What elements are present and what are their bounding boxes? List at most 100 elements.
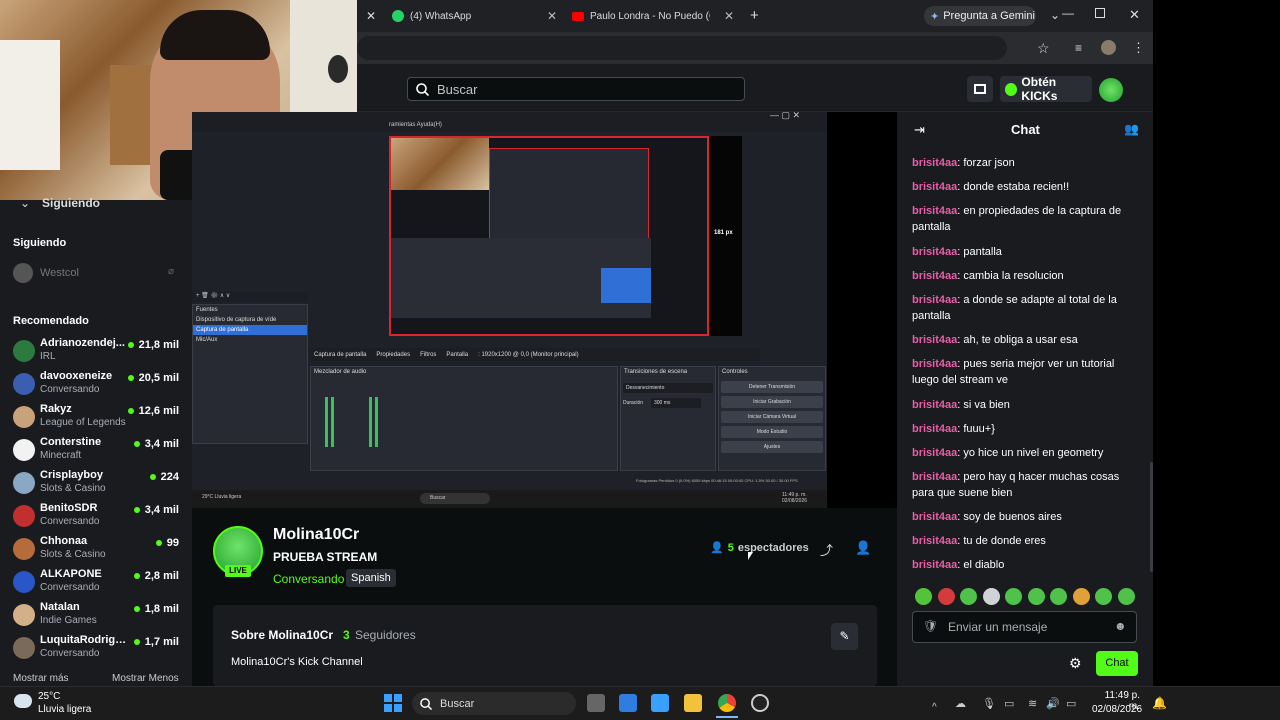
emote-icon[interactable] [1095,588,1112,605]
tab-search-icon[interactable]: ⌄ [1050,8,1060,22]
weather-icon [14,694,32,708]
close-tab-icon[interactable]: ✕ [547,9,557,23]
user-avatar[interactable] [1099,78,1123,102]
collapse-chat-icon[interactable]: ⇥ [914,122,925,138]
minimize-icon[interactable]: — [1062,6,1074,20]
emote-icon[interactable] [982,588,1000,605]
notification-bell-icon[interactable]: 🔔 [1152,696,1167,710]
obs-icon[interactable] [751,694,769,712]
chat-settings-icon[interactable]: ⚙ [1069,655,1082,672]
stream-category[interactable]: Conversando [273,572,344,586]
media-controls-icon[interactable]: ≡ [1075,41,1082,55]
chrome-icon[interactable] [718,694,736,712]
profile-avatar[interactable] [1101,40,1116,55]
viewer-count: 99 [155,537,179,549]
kebab-menu-icon[interactable]: ⋮ [1132,40,1145,56]
obs-settings-button: Ajustes [721,441,823,453]
gemini-button[interactable]: ✦ Pregunta a Gemini [924,6,1036,26]
wifi-icon[interactable]: ≋ [1028,697,1037,710]
emote-icon[interactable] [1072,588,1090,605]
task-view-icon[interactable] [587,694,605,712]
chat-username[interactable]: brisit4aa [912,334,957,346]
show-less-button[interactable]: Mostrar Menos [112,673,179,684]
video-player[interactable]: ramientas Ayuda(H) — ▢ ✕ 181 px + 🗑 ⚙ ∧ … [192,112,897,508]
volume-icon[interactable]: 🔊 [1046,697,1060,710]
edit-icon[interactable]: ✎ [831,623,858,650]
emote-icon[interactable] [937,588,955,605]
live-dot-icon [133,507,140,514]
followers-label: Seguidores [355,628,416,642]
emote-icon[interactable] [1005,588,1022,605]
calculator-icon[interactable] [651,694,669,712]
recommended-item[interactable]: Chhonaa Slots & Casino 99 [13,535,183,565]
recommended-item[interactable]: Crisplayboy Slots & Casino 224 [13,469,183,499]
chat-username[interactable]: brisit4aa [912,511,957,523]
recommended-item[interactable]: Adrianozendej... IRL 21,8 mil [13,337,183,367]
emoji-icon[interactable]: ☻ [1114,619,1127,633]
chat-username[interactable]: brisit4aa [912,358,957,370]
clock-date[interactable]: 02/08/2026 [1092,704,1142,715]
get-kicks-button[interactable]: Obtén KICKs [1000,75,1092,103]
cloud-icon[interactable]: ☁ [955,697,966,710]
chat-username[interactable]: brisit4aa [912,535,957,547]
chevron-up-icon[interactable]: ^ [932,697,937,715]
file-explorer-icon[interactable] [684,694,702,712]
chat-username[interactable]: brisit4aa [912,471,957,483]
close-tab-icon[interactable]: ✕ [724,9,734,23]
chat-username[interactable]: brisit4aa [912,205,957,217]
layout-button[interactable] [967,76,993,102]
recommended-item[interactable]: Conterstine Minecraft 3,4 mil [13,436,183,466]
chat-username[interactable]: brisit4aa [912,270,957,282]
microphone-icon[interactable]: 🎙 [982,697,996,710]
recommended-item[interactable]: Rakyz League of Legends 12,6 mil [13,403,183,433]
tab-youtube[interactable]: Paulo Londra - No Puedo (Offi ✕ [572,5,734,27]
new-tab-icon[interactable]: + [750,7,759,24]
emote-icon[interactable] [1027,588,1045,605]
recommended-item[interactable]: BenitoSDR Conversando 3,4 mil [13,502,183,532]
chat-username[interactable]: brisit4aa [912,447,957,459]
chat-username[interactable]: brisit4aa [912,157,957,169]
emote-icon[interactable] [915,588,932,605]
close-window-icon[interactable]: ✕ [1129,7,1140,23]
get-kicks-label: Obtén KICKs [1021,75,1058,103]
recommended-item[interactable]: LuquitaRodriguez Conversando 1,7 mil [13,634,183,664]
chat-username[interactable]: brisit4aa [912,423,957,435]
maximize-icon[interactable] [1095,8,1105,18]
windows-start-icon[interactable] [384,694,402,712]
tab-whatsapp[interactable]: (4) WhatsApp ✕ [392,5,557,27]
language-tag[interactable]: Spanish [346,569,396,587]
chat-username[interactable]: brisit4aa [912,246,957,258]
following-item-westcol[interactable]: Westcol ⌀ [13,263,183,283]
search-input[interactable]: Buscar [407,77,745,101]
chat-send-button[interactable]: Chat [1096,651,1138,676]
display-icon[interactable]: ▭ [1004,697,1014,710]
emote-icon[interactable] [1050,588,1067,605]
show-more-button[interactable]: Mostrar más [13,673,69,684]
chat-users-icon[interactable]: 👥 [1124,122,1139,136]
chat-username[interactable]: brisit4aa [912,294,957,306]
close-tab-icon[interactable]: ✕ [366,9,376,23]
battery-icon[interactable]: ▭ [1066,697,1076,710]
chat-input[interactable]: 🛡 Enviar un mensaje ☻ [912,611,1137,643]
chat-username[interactable]: brisit4aa [912,181,957,193]
following-top-label[interactable]: Siguiendo [42,196,100,210]
emote-icon[interactable] [1117,588,1135,605]
channel-name[interactable]: Molina10Cr [273,526,359,544]
taskbar-search[interactable]: Buscar [412,692,576,715]
bookmark-star-icon[interactable]: ☆ [1037,40,1050,57]
address-bar[interactable] [357,36,1007,60]
chat-username[interactable]: brisit4aa [912,399,957,411]
emote-icon[interactable] [960,588,977,605]
weather-desc[interactable]: Lluvia ligera [38,704,91,715]
viewer-number: 99 [166,537,179,549]
live-dot-icon [133,441,140,448]
recommended-item[interactable]: Natalan Indie Games 1,8 mil [13,601,183,631]
follow-user-icon[interactable]: 👤 [855,540,871,556]
recommended-item[interactable]: ALKAPONE Conversando 2,8 mil [13,568,183,598]
recommended-item[interactable]: davooxeneize Conversando 20,5 mil [13,370,183,400]
weather-temp[interactable]: 25°C [38,691,60,702]
share-icon[interactable]: ⤴ [820,540,833,559]
chat-username[interactable]: brisit4aa [912,559,957,571]
store-icon[interactable] [619,694,637,712]
whatsapp-icon [392,10,404,22]
